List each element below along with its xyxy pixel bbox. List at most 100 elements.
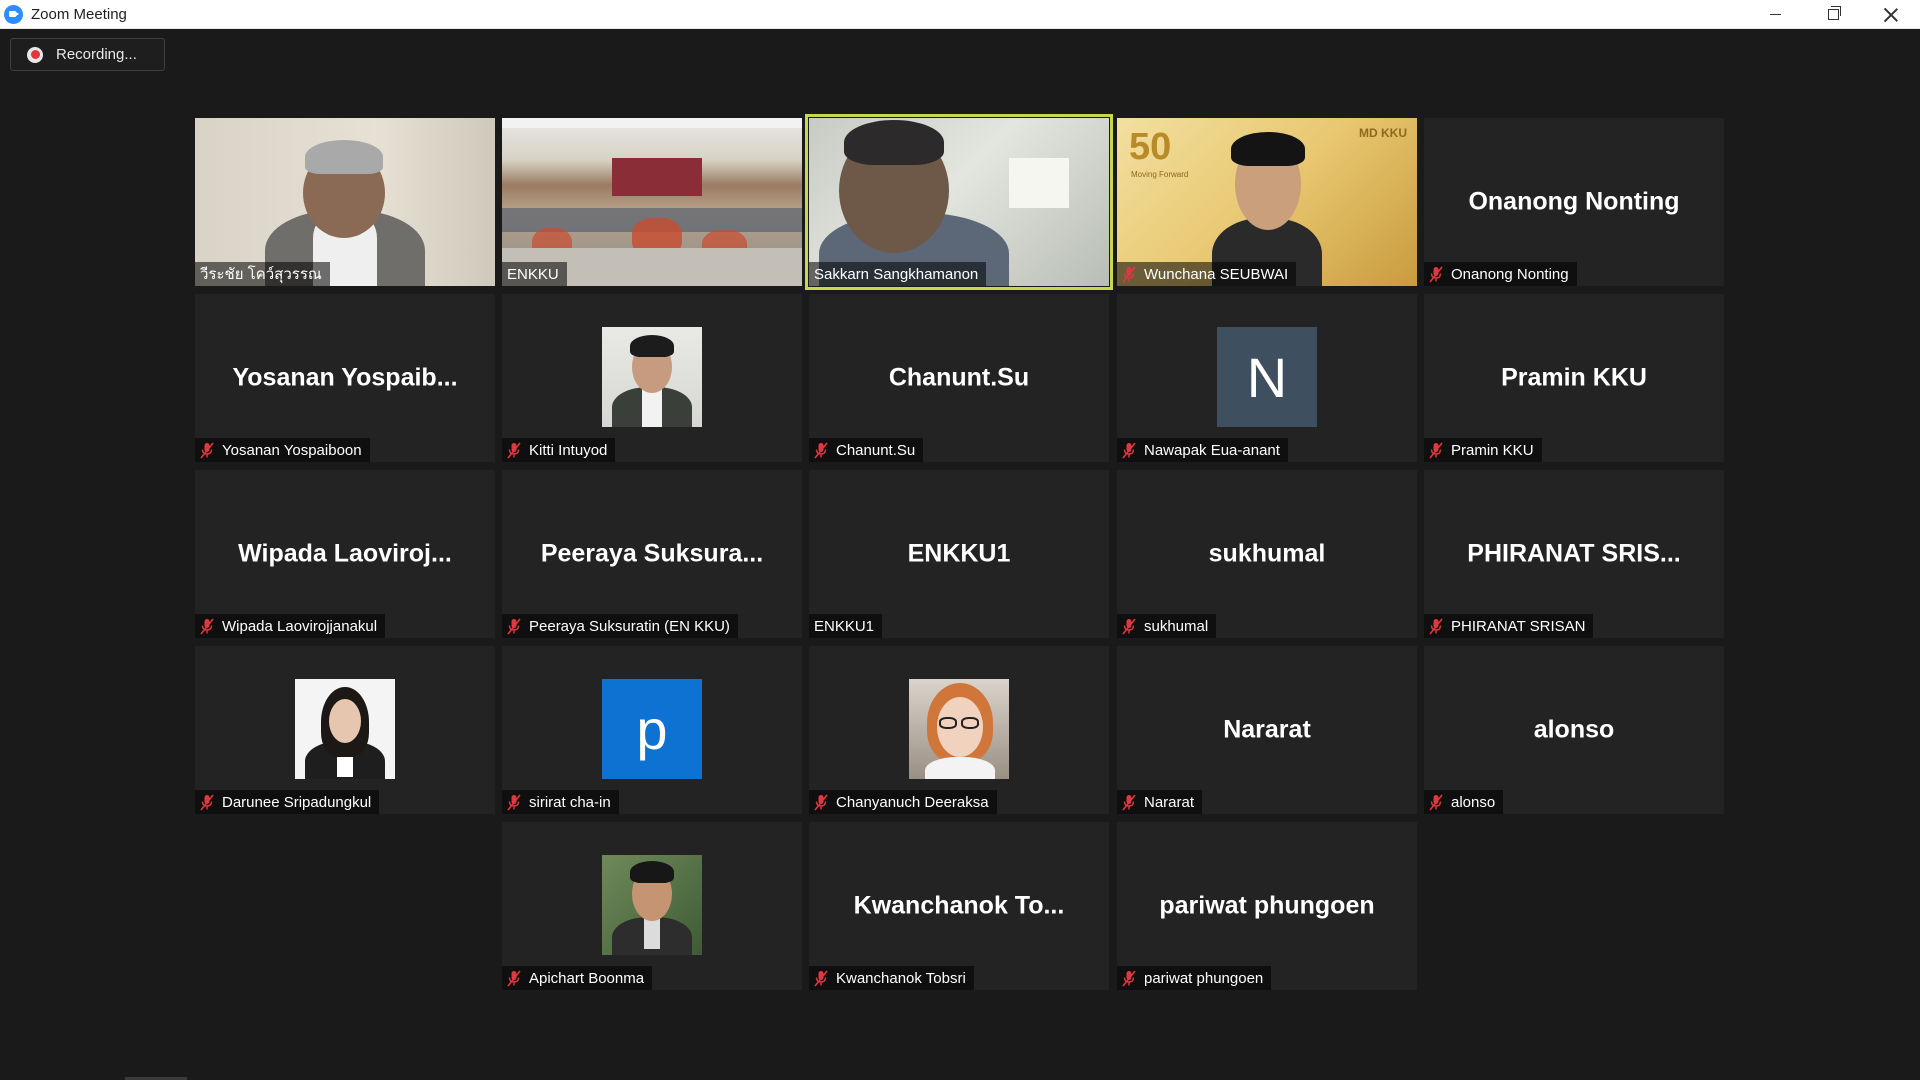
participant-label: Chanyanuch Deeraksa (836, 793, 989, 811)
muted-mic-icon (200, 618, 214, 635)
participant-nameplate: Wunchana SEUBWAI (1117, 262, 1297, 286)
participant-nameplate: Nararat (1117, 790, 1203, 814)
participant-display-name: Onanong Nonting (1468, 187, 1680, 216)
profile-photo (295, 679, 395, 779)
participant-tile[interactable]: alonso alonso (1424, 646, 1724, 814)
muted-mic-icon (1122, 266, 1136, 283)
participant-label: sirirat cha-in (529, 793, 611, 811)
muted-mic-icon (507, 618, 521, 635)
participant-label: Wipada Laovirojjanakul (222, 617, 378, 635)
participant-tile[interactable]: Nararat Nararat (1117, 646, 1417, 814)
participant-label: pariwat phungoen (1144, 969, 1264, 987)
muted-mic-icon (507, 442, 521, 459)
muted-mic-icon (507, 970, 521, 987)
participant-tile[interactable]: Chanyanuch Deeraksa (809, 646, 1109, 814)
participant-nameplate: alonso (1424, 790, 1504, 814)
participant-nameplate: PHIRANAT SRISAN (1424, 614, 1594, 638)
muted-mic-icon (1122, 618, 1136, 635)
participant-nameplate: sukhumal (1117, 614, 1217, 638)
participant-label: วีระชัย โคว์สุวรรณ (200, 266, 322, 283)
participant-nameplate: Apichart Boonma (502, 966, 653, 990)
participant-label: Nararat (1144, 793, 1195, 811)
participant-display-name: Chanunt.Su (888, 363, 1030, 392)
participant-label: PHIRANAT SRISAN (1451, 617, 1586, 635)
participant-label: Apichart Boonma (529, 969, 645, 987)
participant-nameplate: Yosanan Yospaiboon (195, 438, 370, 462)
participant-tile[interactable]: ENKKU1 ENKKU1 (809, 470, 1109, 638)
participant-display-name: Kwanchanok To... (853, 891, 1065, 920)
participant-tile[interactable]: Wipada Laoviroj... Wipada Laovirojjanaku… (195, 470, 495, 638)
participant-tile[interactable]: N Nawapak Eua-anant (1117, 294, 1417, 462)
participant-label: ENKKU1 (814, 617, 875, 635)
profile-photo (602, 327, 702, 427)
participant-label: Kitti Intuyod (529, 441, 608, 459)
participant-display-name: ENKKU1 (907, 539, 1011, 568)
participant-display-name: Nararat (1223, 715, 1311, 744)
participant-nameplate: Wipada Laovirojjanakul (195, 614, 386, 638)
participant-tile[interactable]: Yosanan Yospaib... Yosanan Yospaiboon (195, 294, 495, 462)
participant-label: alonso (1451, 793, 1496, 811)
participant-tile[interactable]: sukhumal sukhumal (1117, 470, 1417, 638)
profile-photo (602, 855, 702, 955)
participant-tile[interactable]: pariwat phungoen pariwat phungoen (1117, 822, 1417, 990)
participant-nameplate: Onanong Nonting (1424, 262, 1577, 286)
participant-label: Peeraya Suksuratin (EN KKU) (529, 617, 730, 635)
participant-label: Yosanan Yospaiboon (222, 441, 362, 459)
participant-nameplate: ENKKU1 (809, 614, 883, 638)
avatar-initial: N (1217, 327, 1317, 427)
participant-tile[interactable]: Kwanchanok To... Kwanchanok Tobsri (809, 822, 1109, 990)
participant-label: Chanunt.Su (836, 441, 916, 459)
participant-label: Sakkarn Sangkhamanon (814, 265, 979, 283)
gallery-view: วีระชัย โคว์สุวรรณ ENKKU Sakkarn Sangkha… (0, 0, 1920, 1080)
muted-mic-icon (1429, 442, 1443, 459)
participant-display-name: pariwat phungoen (1159, 891, 1375, 920)
participant-tile[interactable]: 50 Moving Forward MD KKU Wunchana SEUBWA… (1117, 118, 1417, 286)
muted-mic-icon (1429, 266, 1443, 283)
participant-tile[interactable]: ENKKU (502, 118, 802, 286)
muted-mic-icon (814, 794, 828, 811)
video-feed (809, 118, 1109, 286)
anniversary-banner: 50 (1129, 126, 1172, 168)
video-feed (502, 118, 802, 286)
participant-nameplate: Chanyanuch Deeraksa (809, 790, 997, 814)
participant-label: Pramin KKU (1451, 441, 1534, 459)
participant-nameplate: ENKKU (502, 262, 567, 286)
participant-nameplate: sirirat cha-in (502, 790, 619, 814)
participant-label: Wunchana SEUBWAI (1144, 265, 1289, 283)
video-feed: 50 Moving Forward MD KKU (1117, 118, 1417, 286)
participant-tile[interactable]: Onanong Nonting Onanong Nonting (1424, 118, 1724, 286)
muted-mic-icon (507, 794, 521, 811)
participant-label: sukhumal (1144, 617, 1209, 635)
participant-tile[interactable]: Darunee Sripadungkul (195, 646, 495, 814)
participant-label: ENKKU (507, 265, 559, 283)
muted-mic-icon (200, 442, 214, 459)
video-feed (195, 118, 495, 286)
participant-tile[interactable]: Pramin KKU Pramin KKU (1424, 294, 1724, 462)
md-kku-logo: MD KKU (1359, 126, 1407, 140)
participant-nameplate: Darunee Sripadungkul (195, 790, 380, 814)
participant-nameplate: Kwanchanok Tobsri (809, 966, 974, 990)
participant-nameplate: Pramin KKU (1424, 438, 1542, 462)
muted-mic-icon (814, 442, 828, 459)
participant-display-name: Peeraya Suksura... (540, 539, 764, 568)
participant-display-name: Wipada Laoviroj... (238, 539, 452, 568)
participant-nameplate: Peeraya Suksuratin (EN KKU) (502, 614, 738, 638)
participant-tile[interactable]: p sirirat cha-in (502, 646, 802, 814)
participant-tile[interactable]: Peeraya Suksura... Peeraya Suksuratin (E… (502, 470, 802, 638)
participant-nameplate: Chanunt.Su (809, 438, 924, 462)
muted-mic-icon (1122, 442, 1136, 459)
muted-mic-icon (814, 970, 828, 987)
participant-nameplate: วีระชัย โคว์สุวรรณ (195, 262, 330, 286)
participant-display-name: alonso (1533, 715, 1615, 744)
participant-tile[interactable]: Chanunt.Su Chanunt.Su (809, 294, 1109, 462)
muted-mic-icon (1429, 794, 1443, 811)
participant-display-name: PHIRANAT SRIS... (1467, 539, 1681, 568)
participant-tile[interactable]: Apichart Boonma (502, 822, 802, 990)
profile-photo (909, 679, 1009, 779)
muted-mic-icon (1429, 618, 1443, 635)
participant-tile[interactable]: PHIRANAT SRIS... PHIRANAT SRISAN (1424, 470, 1724, 638)
participant-tile-active-speaker[interactable]: Sakkarn Sangkhamanon (805, 114, 1113, 290)
participant-display-name: sukhumal (1208, 539, 1326, 568)
participant-tile[interactable]: Kitti Intuyod (502, 294, 802, 462)
participant-tile[interactable]: วีระชัย โคว์สุวรรณ (195, 118, 495, 286)
